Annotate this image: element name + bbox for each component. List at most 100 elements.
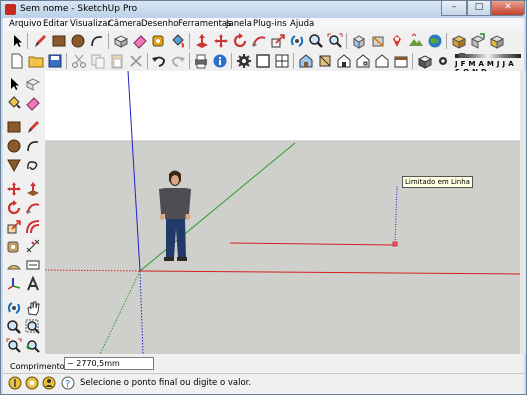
menu-visualizar[interactable]: Visualizar: [70, 19, 111, 29]
credits-icon[interactable]: [25, 376, 39, 390]
erase-selection-icon[interactable]: [128, 53, 144, 69]
right-view-icon[interactable]: [355, 53, 371, 69]
orbit-tool-icon[interactable]: [289, 33, 305, 49]
undo-icon[interactable]: [151, 53, 167, 69]
shadow-time-slider[interactable]: J F M A M J J A S O N D: [455, 53, 521, 76]
move-tool-icon[interactable]: [213, 33, 229, 49]
protractor-side-icon[interactable]: [6, 257, 22, 273]
3d-text-side-icon[interactable]: [25, 275, 41, 292]
shadow-settings-icon[interactable]: [417, 53, 433, 69]
toggle-terrain-icon[interactable]: [408, 33, 424, 49]
follow-me-icon[interactable]: [251, 33, 267, 49]
circle-tool-icon[interactable]: [70, 33, 86, 49]
rectangle-tool-icon[interactable]: [51, 33, 67, 49]
tape-measure-side-icon[interactable]: [6, 238, 22, 254]
green-axis-negative: [99, 270, 141, 354]
redo-icon[interactable]: [170, 53, 186, 69]
orbit-side-icon[interactable]: [6, 300, 22, 316]
follow-me-side-icon[interactable]: [25, 200, 41, 216]
close-button[interactable]: ✕: [491, 1, 525, 16]
make-component-icon[interactable]: [113, 33, 129, 49]
push-pull-side-icon[interactable]: [25, 181, 41, 197]
print-icon[interactable]: [193, 53, 209, 69]
zoom-extents-icon[interactable]: [327, 33, 343, 49]
zoom-extents-side-icon[interactable]: [6, 338, 22, 354]
left-view-icon[interactable]: [393, 53, 409, 69]
menu-editar[interactable]: Editar: [43, 19, 68, 29]
zoom-window-side-icon[interactable]: [25, 319, 41, 335]
paste-icon[interactable]: [109, 53, 125, 69]
eraser-tool-icon[interactable]: [132, 33, 148, 49]
menu-ferramentas[interactable]: Ferramentas: [178, 19, 232, 29]
circle-side-icon[interactable]: [6, 138, 22, 154]
zoom-side-icon[interactable]: [6, 319, 22, 335]
top-view-icon[interactable]: [317, 53, 333, 69]
dimension-side-icon[interactable]: [25, 238, 41, 254]
make-component-side-icon[interactable]: [25, 76, 41, 92]
previous-view-side-icon[interactable]: [25, 338, 41, 354]
display-shadows-icon[interactable]: [435, 53, 451, 69]
grid-view-icon[interactable]: [274, 53, 290, 69]
rotate-side-icon[interactable]: [6, 200, 22, 216]
copy-icon[interactable]: [90, 53, 106, 69]
rectangle-side-icon[interactable]: [6, 119, 22, 135]
drawing-viewport[interactable]: Limitado em Linha: [45, 71, 520, 354]
new-file-icon[interactable]: [9, 53, 25, 69]
arc-tool-icon[interactable]: [89, 33, 105, 49]
measurements-input[interactable]: ~ 2770,5mm: [64, 357, 154, 370]
menu-ajuda[interactable]: Ajuda: [290, 19, 314, 29]
select-tool-icon[interactable]: [9, 33, 25, 49]
endpoint-marker: [392, 241, 398, 247]
zoom-tool-icon[interactable]: [308, 33, 324, 49]
tape-measure-icon[interactable]: [151, 33, 167, 49]
push-pull-icon[interactable]: [194, 33, 210, 49]
get-models-icon[interactable]: [451, 33, 467, 49]
menu-janela[interactable]: Janela: [226, 19, 252, 29]
minimize-button[interactable]: –: [441, 1, 467, 16]
rotate-tool-icon[interactable]: [232, 33, 248, 49]
model-info-icon[interactable]: [212, 53, 228, 69]
settings-gear-icon[interactable]: [236, 53, 252, 69]
google-earth-icon[interactable]: [427, 33, 443, 49]
eraser-side-icon[interactable]: [25, 95, 41, 111]
share-component-icon[interactable]: [489, 33, 505, 49]
select-arrow-icon[interactable]: [6, 76, 22, 92]
menu-plugins[interactable]: Plug-ins: [253, 19, 287, 29]
maximize-button[interactable]: □: [467, 1, 491, 16]
menu-bar: Arquivo Editar Visualizar Câmera Desenho…: [3, 18, 524, 31]
scale-tool-icon[interactable]: [270, 33, 286, 49]
text-label-side-icon[interactable]: [25, 257, 41, 273]
iso-house-view-icon[interactable]: [298, 53, 314, 69]
pan-hand-side-icon[interactable]: [25, 300, 41, 316]
back-view-icon[interactable]: [374, 53, 390, 69]
pencil-side-icon[interactable]: [25, 119, 41, 135]
cut-icon[interactable]: [71, 53, 87, 69]
move-side-icon[interactable]: [6, 181, 22, 197]
arc-side-icon[interactable]: [25, 138, 41, 154]
menu-arquivo[interactable]: Arquivo: [9, 19, 42, 29]
save-icon[interactable]: [47, 53, 63, 69]
scale-side-icon[interactable]: [6, 219, 22, 235]
add-location-icon[interactable]: [389, 33, 405, 49]
offset-side-icon[interactable]: [25, 219, 41, 235]
help-icon[interactable]: ?: [61, 376, 75, 390]
section-plane-icon[interactable]: [370, 33, 386, 49]
freehand-side-icon[interactable]: [25, 157, 41, 173]
pencil-tool-icon[interactable]: [32, 33, 48, 49]
front-view-icon[interactable]: [336, 53, 352, 69]
paint-bucket-icon[interactable]: [170, 33, 186, 49]
open-folder-icon[interactable]: [28, 53, 44, 69]
shadow-slider-thumb[interactable]: [459, 53, 465, 58]
axes-side-icon[interactable]: [6, 276, 22, 292]
toolbar-separator: [108, 33, 109, 49]
geo-location-icon[interactable]: [8, 376, 22, 390]
iso-view-icon[interactable]: [351, 33, 367, 49]
toolbar-large-tool-set: [3, 31, 524, 52]
account-icon[interactable]: [42, 376, 56, 390]
menu-desenho[interactable]: Desenho: [141, 19, 178, 29]
paint-bucket-side-icon[interactable]: [6, 95, 22, 111]
square-frame-icon[interactable]: [255, 53, 271, 69]
share-model-icon[interactable]: [470, 33, 486, 49]
polygon-side-icon[interactable]: [6, 157, 22, 173]
menu-camera[interactable]: Câmera: [108, 19, 141, 29]
